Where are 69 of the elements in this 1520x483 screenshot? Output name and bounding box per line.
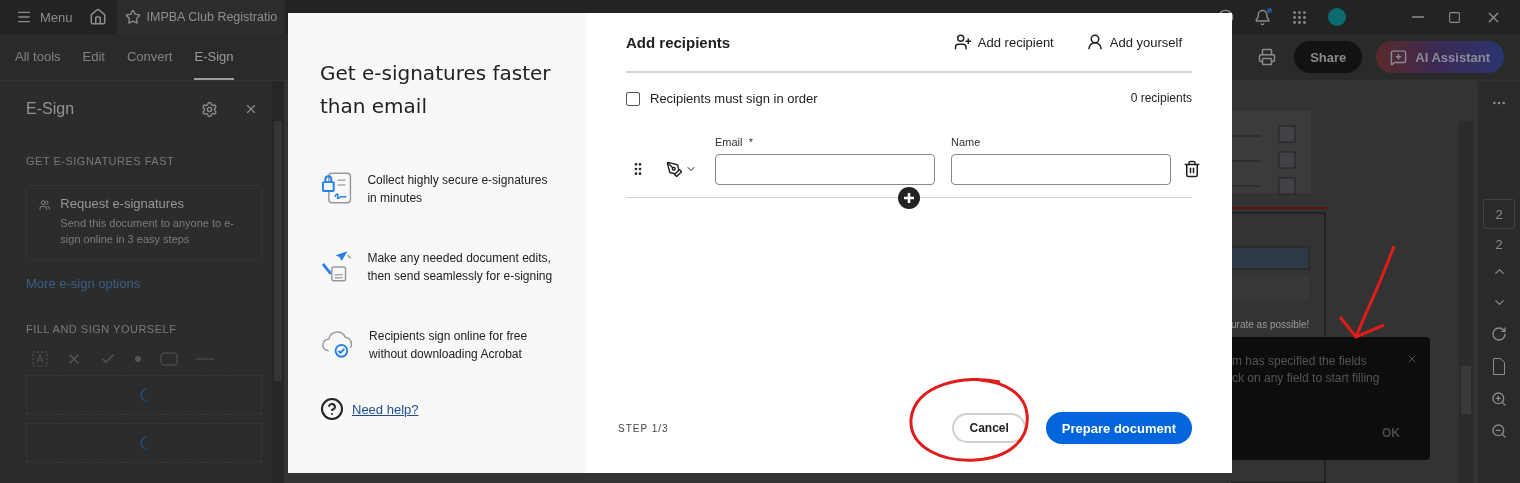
feature-text: Recipients sign online for free without downloading Acrobat: [369, 328, 529, 363]
page-number-field[interactable]: 2: [1483, 199, 1515, 229]
pen-and-plane-icon: [320, 249, 354, 283]
step-indicator: STEP 1/3: [618, 422, 670, 434]
person-plus-icon: [953, 33, 972, 51]
section-heading: GET E-SIGNATURES FAST: [26, 155, 176, 167]
printer-icon: [1258, 48, 1277, 66]
zoom-in-icon: [1491, 391, 1507, 407]
loading-spinner-icon: [140, 388, 148, 402]
trash-icon: [1183, 160, 1201, 178]
tool-tab[interactable]: Edit: [82, 34, 105, 80]
ai-assistant-button[interactable]: AI Assistant: [1376, 41, 1504, 73]
document-lock-icon: [320, 171, 354, 205]
add-button[interactable]: Add yourself: [1085, 33, 1192, 51]
close-icon: [1406, 353, 1418, 365]
feature-text: Collect highly secure e-signatures in minutes: [367, 172, 549, 207]
plus-icon: [903, 192, 915, 204]
page-icon: [1493, 358, 1505, 375]
tool-tab[interactable]: All tools: [15, 34, 61, 80]
chat-plus-icon: [1390, 48, 1408, 66]
prepare-document-button[interactable]: Prepare document: [1045, 412, 1192, 444]
settings-icon: [201, 100, 218, 118]
home-icon: [88, 8, 107, 26]
section-heading: Add recipients: [626, 33, 732, 51]
page-total: 2: [1495, 237, 1503, 252]
email-field[interactable]: [715, 154, 935, 185]
name-field[interactable]: [951, 154, 1171, 185]
tab-title: IMPBA Club Registratio: [146, 10, 278, 24]
toast-message: m has specified the fields ck on any field to start filling: [1232, 353, 1381, 387]
menu-icon: [16, 9, 32, 25]
field-label: Email *: [715, 136, 754, 148]
add-button[interactable]: [898, 187, 920, 209]
panel-title: E-Sign: [26, 100, 76, 118]
request-signatures-card[interactable]: Request e-signatures Send this document to anyone to e-sign online in 3 easy steps: [26, 185, 262, 260]
avatar[interactable]: [1328, 8, 1346, 26]
field-label: Name: [951, 136, 982, 148]
section-heading: FILL AND SIGN YOURSELF: [26, 323, 178, 335]
dot-icon[interactable]: [134, 355, 142, 363]
loading-spinner-icon: [140, 436, 148, 450]
signer-role-dropdown[interactable]: [666, 160, 697, 178]
grid-icon: [1291, 8, 1308, 26]
zoom-out-icon: [1491, 423, 1507, 439]
maximize-icon: [1448, 10, 1461, 24]
person-icon: [1085, 33, 1104, 51]
cancel-button[interactable]: Cancel: [952, 413, 1026, 443]
text-field-icon[interactable]: [32, 351, 48, 367]
card-title: Request e-signatures: [60, 196, 185, 211]
document-tab[interactable]: IMPBA Club Registratio: [116, 0, 286, 34]
recipient-count: 0 recipients: [1130, 91, 1192, 105]
feature-text: Make any needed document edits, then send seamlessly for e-signing: [367, 250, 554, 285]
add-button[interactable]: Add recipient: [953, 33, 1064, 51]
rotate-icon: [1491, 326, 1507, 342]
share-button[interactable]: Share: [1294, 41, 1363, 73]
checkbox[interactable]: [626, 91, 640, 106]
dialog-title: Get e-signatures faster than email: [320, 60, 552, 120]
document-text: urate as possible!: [1231, 319, 1310, 330]
notifications-button[interactable]: [1254, 8, 1271, 26]
pen-icon: [666, 160, 683, 178]
close-button[interactable]: [1406, 353, 1418, 365]
card-description: Send this document to anyone to e-sign online in 3 easy steps: [60, 216, 235, 247]
checkbox-label: Recipients must sign in order: [650, 91, 818, 106]
help-link[interactable]: Need help?: [352, 401, 419, 417]
minimize-icon: [1412, 16, 1424, 18]
tool-tab[interactable]: Convert: [126, 34, 173, 80]
menu-button[interactable]: Menu: [10, 5, 79, 29]
help-icon: [320, 397, 344, 421]
close-icon: [244, 102, 258, 116]
star-icon: [124, 9, 141, 25]
bell-icon: [1254, 8, 1271, 26]
